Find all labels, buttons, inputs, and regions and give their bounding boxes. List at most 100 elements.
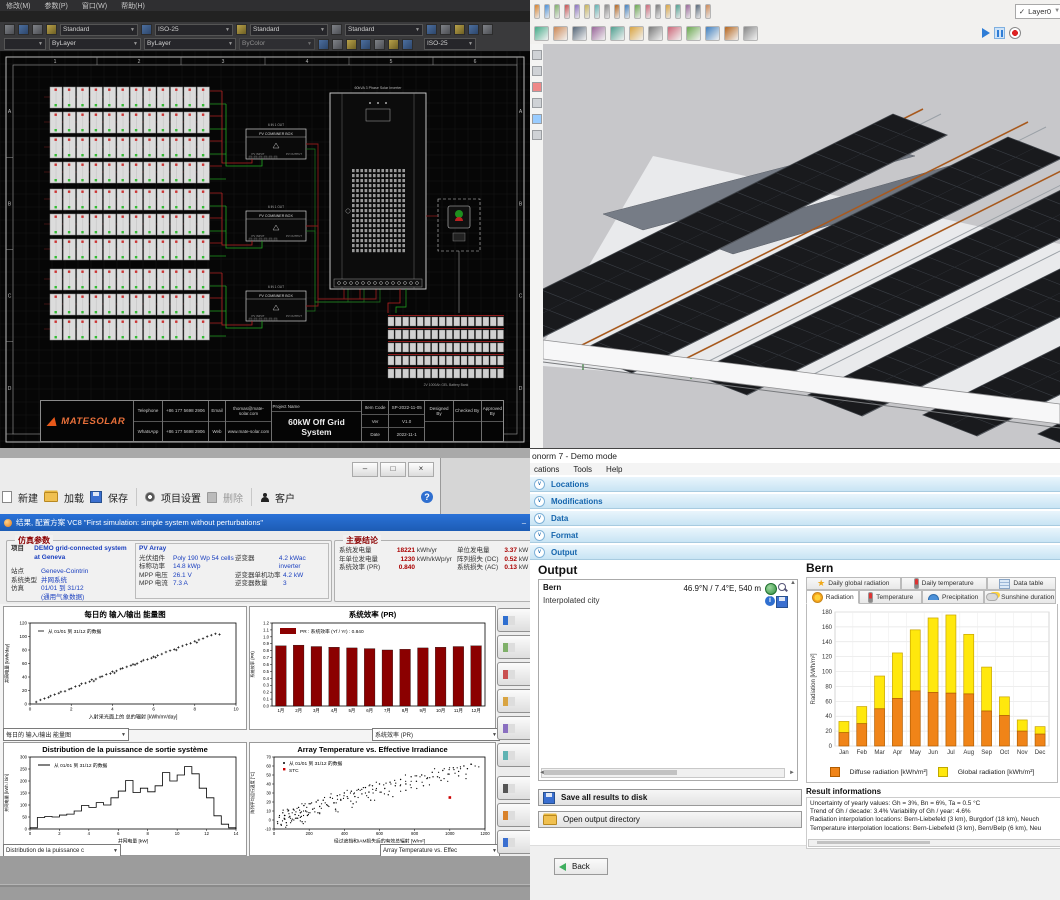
modeler-tool-icon-9[interactable] xyxy=(614,4,620,19)
result-tool-button-8[interactable] xyxy=(497,803,530,827)
cad-icon-13[interactable] xyxy=(360,39,371,50)
info-icon[interactable]: i xyxy=(765,596,775,606)
cad-icon-16[interactable] xyxy=(402,39,413,50)
settings-icon[interactable] xyxy=(145,492,155,502)
edit-tool-icon-4[interactable] xyxy=(686,26,701,41)
load-label[interactable]: 加载 xyxy=(64,490,84,505)
layer-dropdown[interactable]: ✓ Layer0 ▼ xyxy=(1015,4,1060,19)
cad-text-style-combo[interactable]: Standard▼ xyxy=(60,24,138,36)
modeler-tool-icon-1[interactable] xyxy=(534,4,540,19)
list-hscrollbar[interactable] xyxy=(541,768,785,778)
edit-tool-icon-1[interactable] xyxy=(743,26,758,41)
open-output-button[interactable]: Open output directory xyxy=(538,811,802,828)
tab-sunshine-duration[interactable]: Sunshine duration xyxy=(984,590,1056,604)
3d-viewport[interactable] xyxy=(543,44,1060,448)
cad-icon-15[interactable] xyxy=(388,39,399,50)
cad-menu-window[interactable]: 窗口(W) xyxy=(82,1,107,11)
save-label[interactable]: 保存 xyxy=(108,490,128,505)
maximize-button[interactable]: □ xyxy=(380,462,406,477)
result-tool-button-7[interactable] xyxy=(497,776,530,800)
cad-icon-14[interactable] xyxy=(374,39,385,50)
edit-tool-icon-7[interactable] xyxy=(629,26,644,41)
cad-icon-3[interactable] xyxy=(32,24,43,35)
modeler-tool-icon-7[interactable] xyxy=(594,4,600,19)
modeler-tool-icon-6[interactable] xyxy=(584,4,590,19)
cad-linetype-combo[interactable]: ByLayer▼ xyxy=(144,38,236,50)
result-tool-button-2[interactable] xyxy=(497,635,530,659)
edit-tool-icon-5[interactable] xyxy=(667,26,682,41)
cad-table-icon[interactable] xyxy=(236,24,247,35)
menu-help[interactable]: Help xyxy=(606,465,622,474)
edit-tool-icon-10[interactable] xyxy=(572,26,587,41)
result-tool-button-9[interactable] xyxy=(497,830,530,854)
location-entry[interactable]: Bern Interpolated city 46.9°N / 7.4°E, 5… xyxy=(539,580,797,611)
panel-minimize[interactable]: – xyxy=(522,518,526,527)
modeler-tool-icon-13[interactable] xyxy=(655,4,661,19)
back-button[interactable]: Back xyxy=(554,858,608,875)
left-tool-icon-5[interactable] xyxy=(532,114,542,124)
close-button[interactable]: × xyxy=(408,462,434,477)
cad-dim-icon[interactable] xyxy=(141,24,152,35)
edit-tool-icon-8[interactable] xyxy=(610,26,625,41)
cad-mleader-style-combo[interactable]: Standard▼ xyxy=(345,24,423,36)
play-icon[interactable] xyxy=(982,28,990,38)
map-icon[interactable] xyxy=(765,583,777,595)
cad-icon-12[interactable] xyxy=(346,39,357,50)
cad-icon-7[interactable] xyxy=(454,24,465,35)
cad-drawing-canvas[interactable]: 123456AABBCCDD6 IN 1 OUTPV COMBINER BOXP… xyxy=(0,51,530,448)
cad-color-combo[interactable]: ByLayer▼ xyxy=(49,38,141,50)
edit-tool-icon-12[interactable] xyxy=(534,26,549,41)
result-tool-button-5[interactable] xyxy=(497,716,530,740)
tab-daily-temperature[interactable]: Daily temperature xyxy=(901,577,987,590)
delete-icon[interactable] xyxy=(207,492,217,503)
tab-precipitation[interactable]: Precipitation xyxy=(922,590,985,604)
result-tool-button-6[interactable] xyxy=(497,743,530,767)
new-label[interactable]: 新建 xyxy=(18,490,38,505)
result-hscrollbar[interactable] xyxy=(808,839,1060,847)
left-tool-icon-4[interactable] xyxy=(532,98,542,108)
cad-table-style-combo[interactable]: Standard▼ xyxy=(250,24,328,36)
list-scroll-left[interactable]: ◄ xyxy=(539,769,545,778)
tab-data-table[interactable]: Data table xyxy=(987,577,1056,590)
minimize-button[interactable]: – xyxy=(352,462,378,477)
modeler-tool-icon-16[interactable] xyxy=(685,4,691,19)
new-icon[interactable] xyxy=(2,491,12,503)
cad-dim-style-combo[interactable]: ISO-25▼ xyxy=(155,24,233,36)
accordion-locations[interactable]: ∨Locations xyxy=(530,476,1060,492)
chart-pr-selector[interactable]: 系统效率 (PR)▼ xyxy=(372,728,500,741)
tab-daily-global-radiation[interactable]: ★Daily global radiation xyxy=(806,577,901,590)
left-tool-icon-1[interactable] xyxy=(532,50,542,60)
cad-menu-help[interactable]: 帮助(H) xyxy=(121,1,145,11)
modeler-tool-icon-17[interactable] xyxy=(695,4,701,19)
cad-icon-8[interactable] xyxy=(468,24,479,35)
cad-layer-filter-combo[interactable]: ▼ xyxy=(4,38,46,50)
record-icon[interactable] xyxy=(1009,27,1021,39)
cad-lineweight-combo[interactable]: ByColor▼ xyxy=(239,38,315,50)
menu-tools[interactable]: Tools xyxy=(573,465,592,474)
save-icon[interactable] xyxy=(90,491,102,503)
settings-label[interactable]: 项目设置 xyxy=(161,490,201,505)
accordion-format[interactable]: ∨Format xyxy=(530,527,1060,543)
modeler-tool-icon-2[interactable] xyxy=(544,4,550,19)
location-list[interactable]: Bern Interpolated city 46.9°N / 7.4°E, 5… xyxy=(538,579,798,781)
modeler-tool-icon-12[interactable] xyxy=(645,4,651,19)
cad-menu-modify[interactable]: 修改(M) xyxy=(6,1,31,11)
customer-label[interactable]: 客户 xyxy=(275,490,295,505)
cad-menu-parametric[interactable]: 参数(P) xyxy=(45,1,68,11)
modeler-tool-icon-8[interactable] xyxy=(604,4,610,19)
tab-temperature[interactable]: Temperature xyxy=(859,590,922,604)
left-tool-icon-3[interactable] xyxy=(532,82,542,92)
inspect-icon[interactable] xyxy=(778,583,788,593)
left-tool-icon-6[interactable] xyxy=(532,130,542,140)
customer-icon[interactable] xyxy=(260,493,269,502)
cad-icon-10[interactable] xyxy=(318,39,329,50)
edit-tool-icon-6[interactable] xyxy=(648,26,663,41)
cad-icon-11[interactable] xyxy=(332,39,343,50)
edit-tool-icon-3[interactable] xyxy=(705,26,720,41)
save-location-icon[interactable] xyxy=(776,596,788,608)
left-tool-icon-2[interactable] xyxy=(532,66,542,76)
list-scroll-up[interactable]: ▲ xyxy=(789,580,797,587)
modeler-tool-icon-11[interactable] xyxy=(634,4,640,19)
accordion-output[interactable]: ∨Output xyxy=(530,544,1060,560)
cad-icon-6[interactable] xyxy=(440,24,451,35)
